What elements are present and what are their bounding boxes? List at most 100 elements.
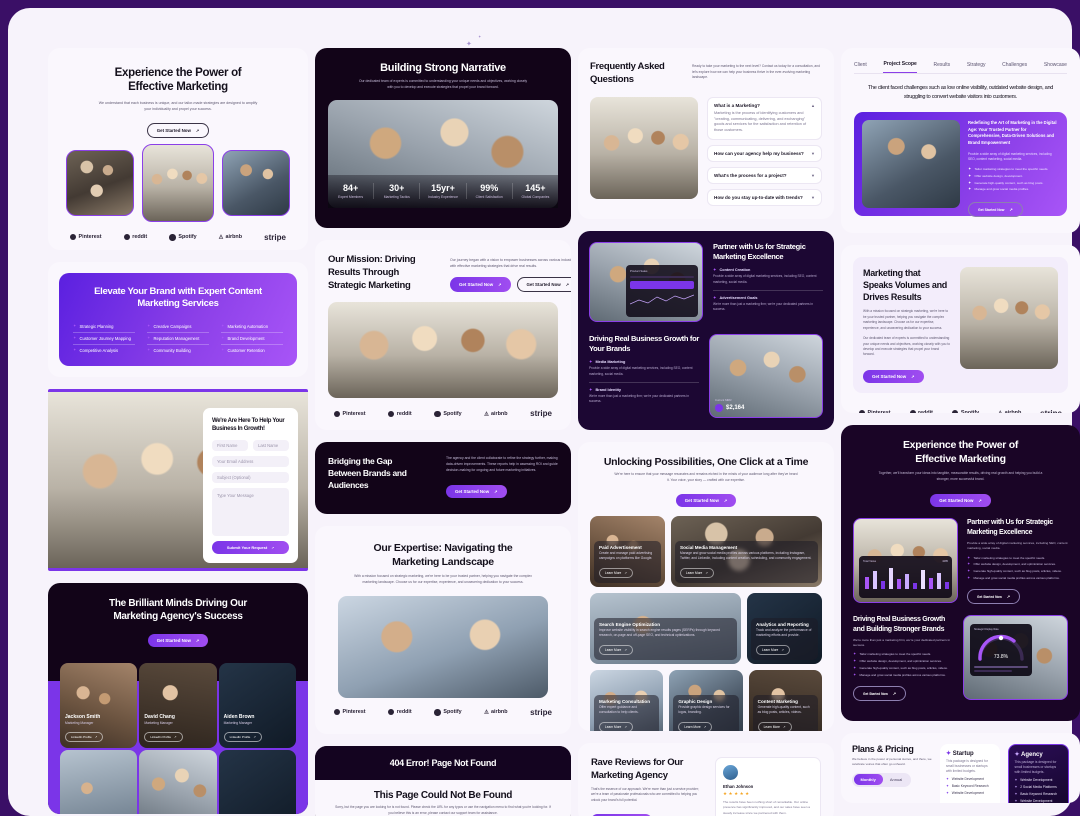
faq-item[interactable]: How do you stay up-to-date with trends? …	[707, 189, 822, 207]
chevron-down-icon[interactable]: ▼	[811, 151, 815, 156]
service-learn-more-button[interactable]: Learn More ↗	[680, 568, 714, 579]
service-card[interactable]: Content Marketing Generate high-quality …	[748, 670, 822, 731]
panel-item: ✦ Manage and grow social media profiles.	[968, 186, 1030, 192]
team-member-card[interactable]: Benjamin Davis Marketing Manager	[218, 750, 296, 814]
case-study-cta-button[interactable]: Get Started Now ↗	[968, 202, 1023, 218]
sparkle-icon: ✦	[1014, 752, 1020, 758]
growth2-cta-button[interactable]: Get Started Now ↗	[853, 686, 907, 702]
feature-body: We're more than just a marketing firm; w…	[589, 393, 690, 404]
unlocking-cta-button[interactable]: Get Started Now ↗	[675, 494, 737, 508]
faq-item-open[interactable]: What is a Marketing? Marketing is the pr…	[707, 96, 822, 141]
submit-request-button[interactable]: Submit Your Request ↗	[212, 541, 289, 555]
logo-reddit: reddit	[388, 709, 412, 716]
brand-logo-strip: Pinterest reddit Spotify ◬airbnb stripe	[334, 409, 552, 418]
unlocking-subtitle: We're here to ensure that your message r…	[614, 472, 798, 482]
service-card[interactable]: Social Media Management Manage and grow …	[671, 516, 822, 588]
service-learn-more-button[interactable]: Learn More ↗	[678, 722, 713, 731]
faq-photo	[590, 96, 698, 199]
speaks-cta-button[interactable]: Get Started Now ↗	[863, 369, 924, 383]
logo-label: Spotify	[961, 410, 979, 413]
hero2-cta-button[interactable]: Get Started Now ↗	[930, 494, 991, 508]
team-member-card[interactable]: Michael Wilson Marketing Manager	[60, 750, 138, 814]
mission-cta-secondary[interactable]: Get Started Now ↗	[516, 277, 571, 293]
service-desc: Manage and grow social media profiles ac…	[680, 551, 812, 561]
member-linkedin-button[interactable]: LinkedIn Profile ↗	[65, 732, 104, 742]
service-overlay: Paid Advertisement Create and manage pai…	[594, 540, 661, 584]
team-member-card[interactable]: Jackson Smith Marketing Manager LinkedIn…	[60, 663, 138, 748]
service-card[interactable]: Marketing Consultation Offer expert guid…	[590, 670, 664, 731]
button-label: Learn More	[605, 725, 622, 730]
service-learn-more-button[interactable]: Learn More ↗	[599, 568, 633, 579]
last-name-input[interactable]: Last Name	[253, 440, 289, 452]
hero-cta-button[interactable]: Get Started Now ↗	[146, 122, 210, 138]
message-textarea[interactable]: Type Your Message	[212, 488, 289, 537]
first-name-input[interactable]: First Name	[212, 440, 248, 452]
service-learn-more-button[interactable]: Learn More ↗	[756, 645, 790, 656]
service-learn-more-button[interactable]: Learn More ↗	[757, 722, 792, 731]
team-member-card[interactable]: Aiden Brown Marketing Manager LinkedIn P…	[218, 663, 296, 748]
button-label: Learn More	[763, 725, 780, 730]
bridging-cta-button[interactable]: Get Started Now ↗	[446, 485, 507, 499]
subject-input[interactable]: Subject (Optional)	[212, 472, 289, 484]
widget-label: Total Views	[863, 560, 877, 564]
chevron-down-icon[interactable]: ▼	[811, 195, 815, 200]
member-name: Jackson Smith	[65, 714, 101, 720]
service-item-label: Community Building	[153, 347, 191, 353]
billing-period-toggle[interactable]: Monthly Annual	[852, 772, 911, 787]
faq-item[interactable]: How can your agency help my business? ▼	[707, 145, 822, 163]
check-icon: ✦	[946, 790, 949, 795]
service-card[interactable]: Graphic Design Provide graphic design se…	[669, 670, 743, 731]
card-hero-partner-growth: Experience the Power of Effective Market…	[841, 425, 1080, 721]
toggle-annual[interactable]: Annual	[883, 774, 909, 785]
logo-stripe: stripe	[530, 708, 552, 717]
service-item-label: Creative Campaigns	[153, 323, 192, 329]
chevron-down-icon[interactable]: ▼	[811, 173, 815, 178]
service-card[interactable]: Search Engine Optimization Improve websi…	[590, 593, 741, 665]
arrow-up-right-icon: ↗	[1006, 594, 1011, 600]
faq-answer: Marketing is the process of identifying …	[714, 110, 807, 133]
logo-airbnb: ◬airbnb	[219, 234, 242, 240]
chevron-up-icon[interactable]: ▲	[811, 103, 815, 108]
member-linkedin-button[interactable]: LinkedIn Profile ↗	[223, 732, 262, 742]
logo-label: airbnb	[491, 709, 508, 716]
toggle-monthly[interactable]: Monthly	[853, 774, 883, 785]
contact-form-title: We're Are Here To Help Your Business In …	[212, 418, 285, 433]
service-card[interactable]: Analytics and Reporting Track and analyz…	[747, 593, 822, 665]
feature-body: Provide a wide array of digital marketin…	[589, 366, 693, 376]
tab-showcase[interactable]: Showcase	[1044, 62, 1067, 73]
plan-card-startup[interactable]: ✦ Startup This package is designed for s…	[940, 744, 1000, 803]
team-member-card[interactable]: David Chang Marketing Manager LinkedIn P…	[139, 663, 217, 748]
member-name: Aiden Brown	[223, 714, 255, 720]
bridging-title-line3: Audiences	[328, 479, 369, 490]
logo-spotify: Spotify	[951, 410, 979, 413]
tab-challenges[interactable]: Challenges	[1002, 62, 1027, 73]
tab-project-scope[interactable]: Project Scope	[883, 61, 917, 73]
stat-label: Global Companies	[521, 194, 550, 199]
partner-title-line2: Marketing Excellence	[713, 252, 784, 262]
bridging-title-line1: Bridging the Gap	[328, 456, 393, 466]
tab-strategy[interactable]: Strategy	[967, 62, 986, 73]
case-study-summary: The client faced challenges such as low …	[867, 85, 1054, 100]
button-label: Learn More	[684, 725, 701, 730]
logo-spotify: Spotify	[434, 709, 462, 716]
member-linkedin-button[interactable]: LinkedIn Profile ↗	[144, 732, 183, 742]
email-input[interactable]: Your Email Address	[212, 456, 289, 468]
mission-cta-primary[interactable]: Get Started Now ↗	[450, 277, 511, 293]
logo-label: airbnb	[491, 410, 508, 417]
partner2-cta-button[interactable]: Get Started Now ↗	[967, 589, 1021, 605]
team-cta-button[interactable]: Get Started Now ↗	[147, 634, 209, 647]
plan-desc: This package is designed for small busin…	[946, 759, 988, 773]
stat-label: Client Satisfaction	[475, 194, 503, 199]
speaks-body-2: Our dedicated team of experts is committ…	[863, 336, 950, 357]
card-partner-growth: Product Sales Partner with Us for Strate…	[578, 231, 834, 430]
arrow-up-right-icon: ↗	[195, 638, 200, 643]
plan-card-agency[interactable]: ✦ Agency This package is designed for sm…	[1007, 744, 1069, 803]
service-learn-more-button[interactable]: Learn More ↗	[599, 722, 633, 731]
service-learn-more-button[interactable]: Learn More ↗	[599, 645, 633, 656]
tab-results[interactable]: Results	[934, 62, 951, 73]
service-card[interactable]: Paid Advertisement Create and manage pai…	[590, 516, 665, 588]
team-member-card[interactable]: Ethan Anderson Marketing Manager	[139, 750, 217, 814]
case-study-tabs: Client Project Scope Results Strategy Ch…	[854, 61, 1067, 74]
faq-item[interactable]: What's the process for a project? ▼	[707, 167, 822, 185]
tab-client[interactable]: Client	[854, 62, 867, 73]
